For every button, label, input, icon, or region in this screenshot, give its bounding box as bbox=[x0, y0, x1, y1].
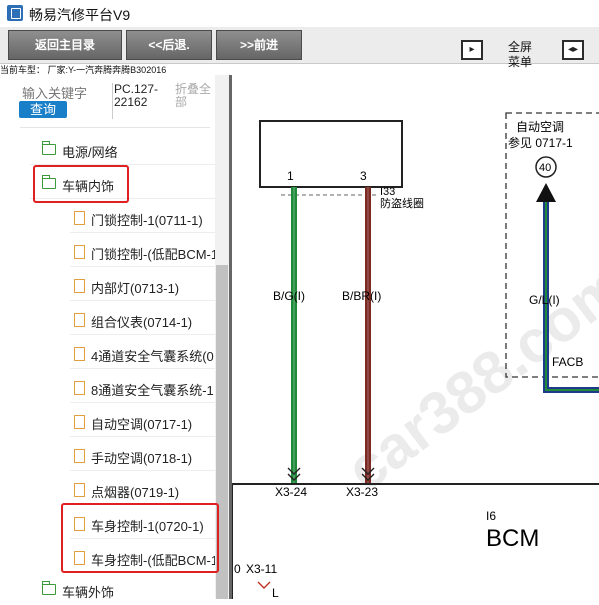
highlight-box bbox=[61, 503, 219, 573]
antitheft-coil-box bbox=[259, 120, 403, 188]
tree-item-power-network[interactable]: 电源/网络 bbox=[30, 135, 215, 165]
tree-item-label: 4通道安全气囊系统(0 bbox=[91, 349, 214, 364]
tree-item-label: 电源/网络 bbox=[62, 145, 118, 160]
split-view-icon[interactable]: ◂▸ bbox=[562, 40, 584, 60]
tree-item-document[interactable]: 内部灯(0713-1) bbox=[70, 271, 215, 301]
module-name: BCM bbox=[486, 525, 539, 552]
tree-item-label: 车辆外饰 bbox=[62, 585, 115, 600]
connector-label: X3-24 bbox=[275, 485, 307, 499]
tree-item-label: 自动空调(0717-1) bbox=[91, 417, 193, 432]
search-input[interactable]: 输入关键字 bbox=[22, 83, 87, 102]
pin-label: 1 bbox=[287, 169, 294, 183]
back-button[interactable]: <<后退. bbox=[126, 30, 212, 60]
app-icon bbox=[7, 5, 23, 21]
title-bar: 畅易汽修平台V9 bbox=[0, 0, 599, 27]
tree-item-label: 组合仪表(0714-1) bbox=[91, 315, 193, 330]
ref-number: 40 bbox=[539, 162, 551, 174]
fullscreen-menu-button[interactable]: 全屏 菜单 bbox=[508, 40, 532, 70]
pin-label: 3 bbox=[360, 169, 367, 183]
tree-item-label: 点烟器(0719-1) bbox=[91, 485, 180, 500]
document-icon bbox=[74, 279, 85, 293]
back-to-main-button[interactable]: 返回主目录 bbox=[8, 30, 122, 60]
component-label: 防盗线圈 bbox=[380, 196, 424, 210]
tree-item-document[interactable]: 8通道安全气囊系统-1 bbox=[70, 373, 215, 403]
tree-item-exterior[interactable]: 车辆外饰 bbox=[30, 575, 215, 605]
document-icon bbox=[74, 415, 85, 429]
tree-item-document[interactable]: 自动空调(0717-1) bbox=[70, 407, 215, 437]
wiring-diagram[interactable]: car388.com 1 3 I33 防盗线圈 B/G(I) B/BR(I) X… bbox=[232, 75, 599, 599]
ac-label: 自动空调 bbox=[516, 120, 564, 134]
connector-icon bbox=[257, 581, 271, 589]
forward-button[interactable]: >>前进 bbox=[216, 30, 302, 60]
connector-label: X3-11 bbox=[246, 562, 277, 576]
document-icon bbox=[74, 245, 85, 259]
code-line: 22162 bbox=[114, 95, 148, 109]
tree-item-label: 内部灯(0713-1) bbox=[91, 281, 180, 296]
window-title: 畅易汽修平台V9 bbox=[29, 7, 131, 23]
left-panel: 输入关键字 查询 PC.127- 22162 折叠全 部 电源/网络 车辆内饰 … bbox=[0, 75, 229, 600]
wire-label: G/L(I) bbox=[529, 293, 560, 307]
tree-item-document[interactable]: 组合仪表(0714-1) bbox=[70, 305, 215, 335]
tree-item-label: 8通道安全气囊系统-1 bbox=[91, 383, 214, 398]
edge-label: 0 bbox=[234, 562, 241, 576]
arrow-up-icon bbox=[536, 183, 556, 202]
tree-item-document[interactable]: 门锁控制-(低配BCM-1 bbox=[70, 237, 219, 267]
connector-label: I33 bbox=[380, 186, 395, 198]
tree-item-document[interactable]: 门锁控制-1(0711-1) bbox=[70, 203, 215, 233]
collapse-all-button[interactable]: 折叠全 部 bbox=[175, 83, 211, 109]
tree-item-label: 手动空调(0718-1) bbox=[91, 451, 193, 466]
wire-label: B/BR(I) bbox=[342, 289, 381, 303]
tree-item-document[interactable]: 4通道安全气囊系统(0 bbox=[70, 339, 215, 369]
menu-label: 菜单 bbox=[508, 55, 533, 69]
tree-item-document[interactable]: 点烟器(0719-1) bbox=[70, 475, 215, 505]
fullscreen-label: 全屏 bbox=[508, 40, 533, 54]
ac-reference: 参见 0717-1 bbox=[508, 135, 573, 150]
document-icon bbox=[74, 313, 85, 327]
highlight-box bbox=[33, 165, 129, 203]
connector-label: X3-23 bbox=[346, 485, 378, 499]
edge-label: L bbox=[272, 586, 279, 599]
document-icon bbox=[74, 347, 85, 361]
document-icon bbox=[74, 381, 85, 395]
document-icon bbox=[74, 211, 85, 225]
folder-icon bbox=[41, 581, 56, 595]
query-button[interactable]: 查询 bbox=[19, 101, 67, 118]
divider bbox=[112, 83, 113, 119]
tree-item-label: 门锁控制-1(0711-1) bbox=[91, 213, 203, 228]
wire-label: B/G(I) bbox=[273, 289, 305, 303]
folder-icon bbox=[41, 141, 56, 155]
bcm-module-box bbox=[232, 483, 599, 599]
code-display: PC.127- 22162 bbox=[114, 83, 158, 109]
divider bbox=[20, 127, 210, 128]
tree-item-label: 门锁控制-(低配BCM-1 bbox=[91, 247, 219, 262]
document-icon bbox=[74, 449, 85, 463]
module-code: I6 bbox=[486, 509, 496, 523]
tree-item-document[interactable]: 手动空调(0718-1) bbox=[70, 441, 215, 471]
document-icon bbox=[74, 483, 85, 497]
collapse-label: 部 bbox=[175, 95, 188, 109]
pin-label: FACB bbox=[552, 355, 583, 369]
expand-right-icon[interactable]: ▸ bbox=[461, 40, 483, 60]
toolbar: 返回主目录 <<后退. >>前进 ▸ 全屏 菜单 ◂▸ bbox=[0, 27, 599, 69]
